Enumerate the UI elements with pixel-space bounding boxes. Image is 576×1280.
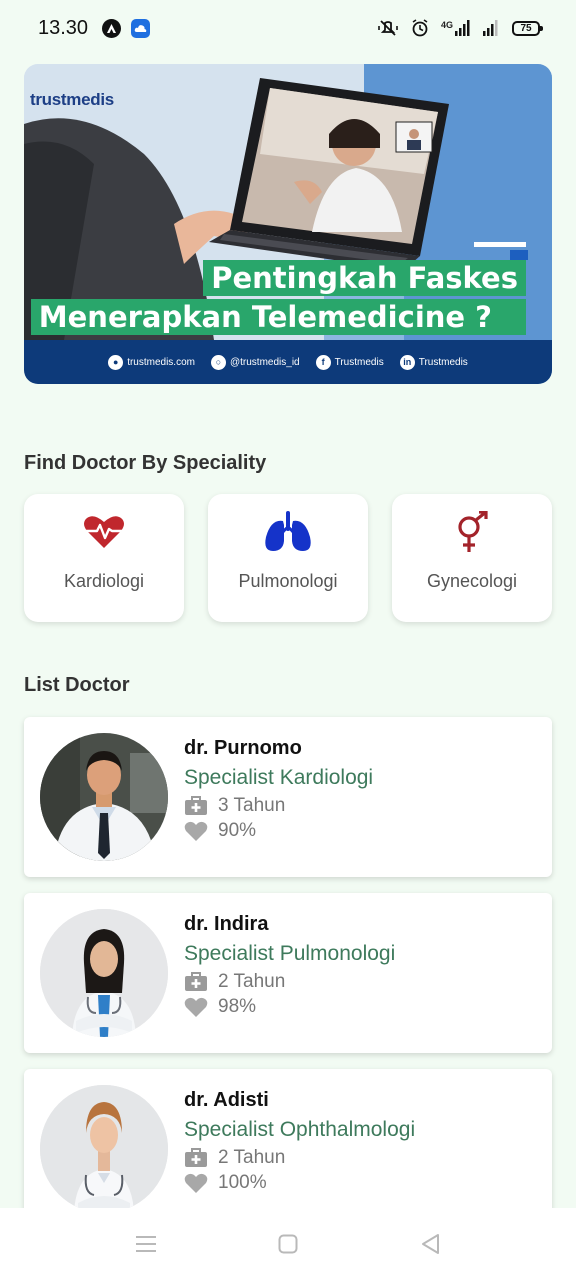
banner-title: Pentingkah Faskes Menerapkan Telemedicin… — [30, 260, 526, 335]
vibrate-icon — [377, 19, 399, 37]
footer-facebook: f Trustmedis — [315, 354, 384, 370]
footer-website-text: trustmedis.com — [127, 356, 195, 368]
doctor-name: dr. Adisti — [184, 1089, 269, 1111]
app-notification-icon — [102, 18, 122, 38]
doctor-speciality: Specialist Ophthalmologi — [184, 1118, 416, 1141]
doctor-info: dr. Purnomo Specialist Kardiologi 3 Tahu… — [184, 737, 373, 842]
footer-facebook-text: Trustmedis — [334, 356, 384, 368]
doctor-avatar — [40, 733, 168, 861]
cloud-notification-icon — [131, 18, 151, 38]
heart-icon — [184, 1173, 208, 1193]
heart-icon — [184, 821, 208, 841]
doctor-name: dr. Indira — [184, 913, 269, 935]
doctor-rating: 90% — [184, 820, 373, 842]
doctor-experience: 2 Tahun — [184, 971, 395, 993]
menu-icon — [136, 1236, 156, 1252]
doctor-rating-text: 98% — [218, 996, 257, 1017]
banner-title-line2: Menerapkan Telemedicine ? — [30, 299, 526, 335]
banner-footer: ● trustmedis.com ○ @trustmedis_id f Trus… — [24, 340, 552, 384]
doctor-rating: 98% — [184, 996, 395, 1018]
doctor-experience: 3 Tahun — [184, 795, 373, 817]
heart-icon — [184, 997, 208, 1017]
footer-website: ● trustmedis.com — [108, 354, 195, 370]
footer-instagram-text: @trustmedis_id — [229, 356, 300, 368]
doctor-experience-text: 2 Tahun — [218, 1147, 286, 1168]
doctor-experience-text: 2 Tahun — [218, 971, 286, 992]
doctor-info: dr. Adisti Specialist Ophthalmologi 2 Ta… — [184, 1089, 415, 1194]
footer-linkedin: in Trustmedis — [399, 354, 468, 370]
facebook-icon: f — [315, 354, 331, 370]
doctor-experience: 2 Tahun — [184, 1147, 415, 1169]
linkedin-icon: in — [399, 354, 415, 370]
doctor-speciality: Specialist Kardiologi — [184, 766, 374, 789]
square-icon — [278, 1234, 298, 1254]
doctor-name: dr. Purnomo — [184, 737, 302, 759]
status-right: 4G 75 — [377, 19, 543, 37]
alarm-icon — [411, 19, 429, 37]
speciality-section-title: Find Doctor By Speciality — [24, 452, 267, 474]
speciality-card-pulmonologi[interactable]: Pulmonologi — [208, 494, 368, 622]
battery-icon: 75 — [512, 20, 543, 36]
doctor-rating-text: 100% — [218, 1172, 267, 1193]
trustmedis-logo: trustmedis — [30, 90, 114, 109]
medical-bag-icon — [185, 1148, 207, 1167]
doctor-experience-text: 3 Tahun — [218, 795, 286, 816]
lungs-icon — [263, 510, 313, 554]
signal-4g-icon: 4G — [441, 20, 470, 36]
medical-bag-icon — [185, 972, 207, 991]
gender-icon — [454, 510, 490, 554]
promo-banner[interactable]: trustmedis Pentingkah Faskes Menerapkan … — [24, 64, 552, 384]
globe-icon: ● — [108, 354, 124, 370]
back-triangle-icon — [422, 1234, 439, 1254]
signal-icon — [482, 20, 500, 36]
status-left: 13.30 — [38, 16, 151, 40]
doctor-rating: 100% — [184, 1172, 415, 1194]
status-bar: 13.30 4G 75 — [0, 0, 576, 56]
footer-instagram: ○ @trustmedis_id — [210, 354, 300, 370]
menu-nav-button[interactable] — [133, 1231, 159, 1257]
system-nav-bar — [0, 1208, 576, 1280]
speciality-label: Gynecologi — [426, 571, 518, 591]
medical-bag-icon — [185, 796, 207, 815]
doctor-avatar — [40, 1085, 168, 1213]
footer-linkedin-text: Trustmedis — [418, 356, 468, 368]
instagram-icon: ○ — [210, 354, 226, 370]
doctor-speciality: Specialist Pulmonologi — [184, 942, 396, 965]
status-time: 13.30 — [38, 16, 89, 39]
home-nav-button[interactable] — [275, 1231, 301, 1257]
speciality-list: Kardiologi Pulmonologi Gynecologi — [24, 494, 552, 622]
doctor-card[interactable]: dr. Adisti Specialist Ophthalmologi 2 Ta… — [24, 1069, 552, 1229]
speciality-card-gynecologi[interactable]: Gynecologi — [392, 494, 552, 622]
doctor-card[interactable]: dr. Purnomo Specialist Kardiologi 3 Tahu… — [24, 717, 552, 877]
doctor-avatar — [40, 909, 168, 1037]
doctor-list-title: List Doctor — [24, 674, 130, 696]
network-type: 4G — [440, 20, 453, 30]
battery-level: 75 — [520, 22, 532, 34]
heart-pulse-icon — [83, 510, 125, 554]
banner-title-line1: Pentingkah Faskes — [203, 260, 526, 296]
speciality-card-kardiologi[interactable]: Kardiologi — [24, 494, 184, 622]
speciality-label: Pulmonologi — [238, 571, 338, 591]
doctor-rating-text: 90% — [218, 820, 257, 841]
speciality-label: Kardiologi — [63, 571, 145, 591]
doctor-card[interactable]: dr. Indira Specialist Pulmonologi 2 Tahu… — [24, 893, 552, 1053]
back-nav-button[interactable] — [417, 1231, 443, 1257]
doctor-info: dr. Indira Specialist Pulmonologi 2 Tahu… — [184, 913, 395, 1018]
